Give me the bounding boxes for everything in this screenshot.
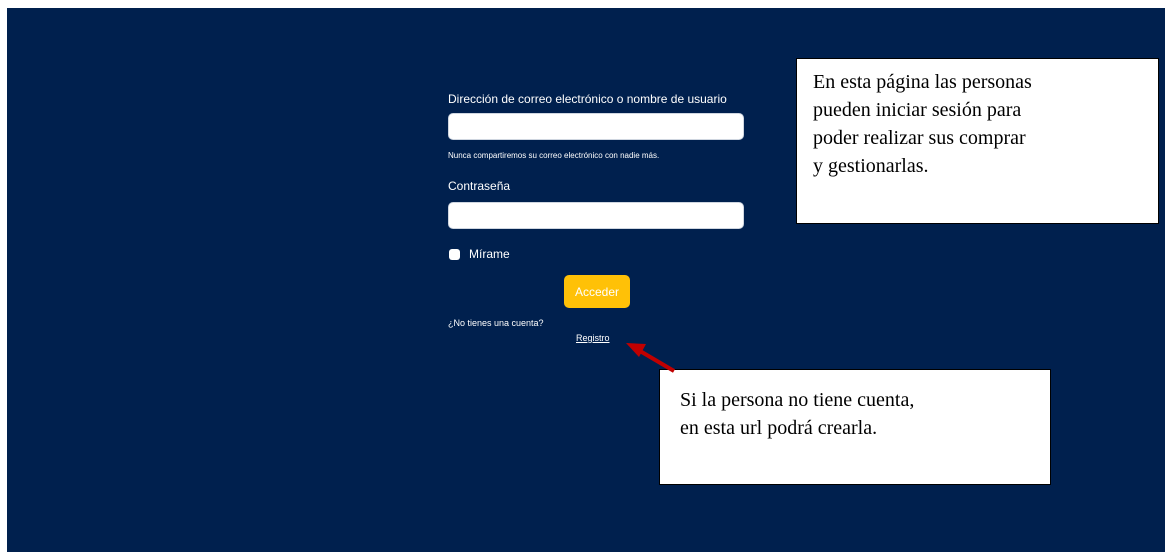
callout-line: En esta página las personas xyxy=(813,71,1032,93)
callout-line: Si la persona no tiene cuenta, xyxy=(680,389,915,411)
login-button[interactable]: Acceder xyxy=(564,275,630,308)
remember-label: Mírame xyxy=(469,247,510,261)
page-description-callout: En esta página las personas pueden inici… xyxy=(796,58,1159,224)
email-help-text: Nunca compartiremos su correo electrónic… xyxy=(448,151,660,160)
register-description-callout: Si la persona no tiene cuenta, en esta u… xyxy=(659,369,1051,485)
callout-line: poder realizar sus comprar xyxy=(813,127,1026,149)
register-link[interactable]: Registro xyxy=(576,333,610,343)
callout-line: en esta url podrá crearla. xyxy=(680,417,878,439)
callout-line: y gestionarlas. xyxy=(813,155,929,177)
email-input[interactable] xyxy=(448,113,744,140)
password-input[interactable] xyxy=(448,202,744,229)
password-label: Contraseña xyxy=(448,179,511,193)
remember-checkbox[interactable] xyxy=(449,248,460,260)
callout-line: pueden iniciar sesión para xyxy=(813,99,1022,121)
remember-me[interactable]: Mírame xyxy=(448,247,510,261)
no-account-text: ¿No tienes una cuenta? xyxy=(448,318,544,328)
email-label: Dirección de correo electrónico o nombre… xyxy=(448,92,727,106)
